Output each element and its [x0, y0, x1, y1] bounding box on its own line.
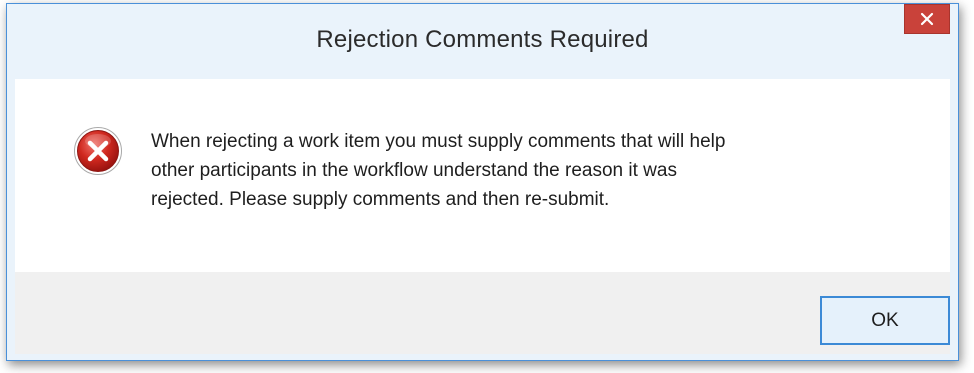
dialog-footer: OK: [15, 272, 950, 354]
error-message: When rejecting a work item you must supp…: [151, 131, 726, 210]
dialog-title: Rejection Comments Required: [316, 26, 649, 53]
error-icon: [74, 127, 122, 175]
close-icon: [920, 12, 934, 26]
screen: Rejection Comments Required When rejecti…: [0, 0, 974, 373]
title-bar[interactable]: Rejection Comments Required: [7, 4, 958, 79]
ok-button[interactable]: OK: [820, 296, 950, 345]
rejection-dialog: Rejection Comments Required When rejecti…: [6, 3, 959, 361]
dialog-content: When rejecting a work item you must supp…: [15, 79, 950, 272]
close-button[interactable]: [904, 4, 950, 34]
